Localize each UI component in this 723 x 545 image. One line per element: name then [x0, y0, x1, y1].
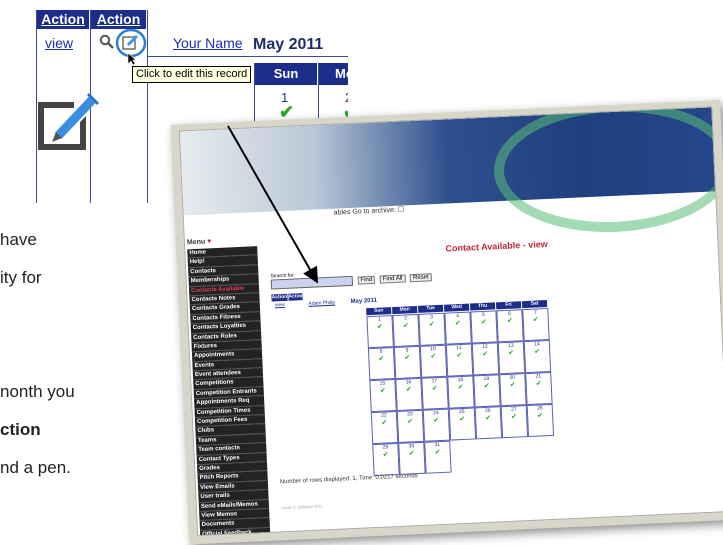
pointer-arrow: [227, 125, 318, 284]
